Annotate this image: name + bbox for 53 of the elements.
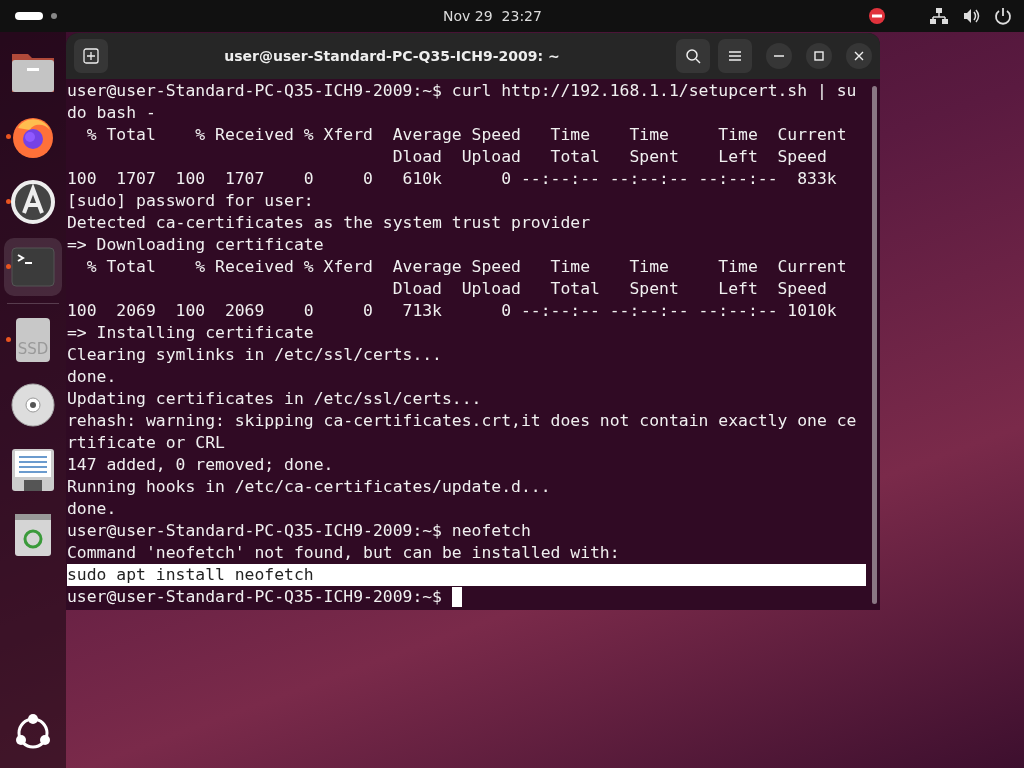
terminal-line: user@user-Standard-PC-Q35-ICH9-2009:~$ curl http://192.168.1.1/setupcert.sh | su — [67, 80, 857, 102]
text-cursor — [452, 587, 462, 607]
terminal-line: done. — [67, 498, 117, 520]
terminal-line: rehash: warning: skipping ca-certificates.crt,it does not contain exactly one ce — [67, 410, 857, 432]
maximize-icon — [814, 51, 824, 61]
terminal-line: 100 2069 100 2069 0 0 713k 0 --:--:-- --:--:-- --:--:-- 1010k — [67, 300, 837, 322]
terminal-line: Running hooks in /etc/ca-certificates/update.d... — [67, 476, 551, 498]
terminal-line: Updating certificates in /etc/ssl/certs... — [67, 388, 482, 410]
close-button[interactable] — [846, 43, 872, 69]
network-icon[interactable] — [930, 7, 948, 25]
terminal-line: Clearing symlinks in /etc/ssl/certs... — [67, 344, 442, 366]
minimize-icon — [774, 55, 784, 57]
power-icon[interactable] — [994, 7, 1012, 25]
new-tab-button[interactable] — [74, 39, 108, 73]
new-tab-icon — [83, 48, 99, 64]
terminal-line: Detected ca-certificates as the system trust provider — [67, 212, 590, 234]
terminal-line: [sudo] password for user: — [67, 190, 314, 212]
document-icon[interactable] — [10, 447, 56, 493]
terminal-line: done. — [67, 366, 117, 388]
close-icon — [854, 51, 864, 61]
terminal-line: % Total % Received % Xferd Average Speed Time Time Time Current — [85, 256, 847, 278]
menu-icon — [728, 49, 742, 63]
running-indicator — [6, 199, 11, 204]
volume-icon[interactable] — [962, 7, 980, 25]
workspace-indicator[interactable] — [15, 12, 43, 20]
terminal-line: 147 added, 0 removed; done. — [67, 454, 334, 476]
terminal-line: rtificate or CRL — [67, 432, 225, 454]
minimize-button[interactable] — [766, 43, 792, 69]
workspace-dot[interactable] — [51, 13, 57, 19]
search-icon — [685, 48, 701, 64]
terminal-prompt: user@user-Standard-PC-Q35-ICH9-2009:~$ — [67, 586, 442, 608]
maximize-button[interactable] — [806, 43, 832, 69]
terminal-line: Command 'neofetch' not found, but can be installed with: — [67, 542, 620, 564]
terminal-line: => Installing certificate — [67, 322, 314, 344]
running-indicator — [6, 337, 11, 342]
software-store-icon[interactable] — [10, 179, 56, 225]
scrollbar[interactable] — [872, 86, 877, 604]
window-title: user@user-Standard-PC-Q35-ICH9-2009: ~ — [223, 48, 561, 64]
terminal-line: Dload Upload Total Spent Left Speed — [391, 278, 827, 300]
do-not-disturb-icon[interactable] — [868, 7, 886, 25]
running-indicator — [6, 134, 11, 139]
terminal-line: % Total % Received % Xferd Average Speed Time Time Time Current — [85, 124, 847, 146]
running-indicator — [6, 264, 11, 269]
terminal-line: => Downloading certificate — [67, 234, 324, 256]
terminal-icon[interactable] — [11, 247, 55, 287]
terminal-line: 100 1707 100 1707 0 0 610k 0 --:--:-- --:--:-- --:--:-- 833k — [67, 168, 837, 190]
menu-button[interactable] — [718, 39, 752, 73]
terminal-line: Dload Upload Total Spent Left Speed — [391, 146, 827, 168]
disc-icon[interactable] — [10, 382, 56, 428]
terminal-line: do bash - — [67, 102, 156, 124]
search-button[interactable] — [676, 39, 710, 73]
terminal-line: user@user-Standard-PC-Q35-ICH9-2009:~$ neofetch — [67, 520, 531, 542]
recycle-bin-icon[interactable] — [13, 512, 53, 558]
